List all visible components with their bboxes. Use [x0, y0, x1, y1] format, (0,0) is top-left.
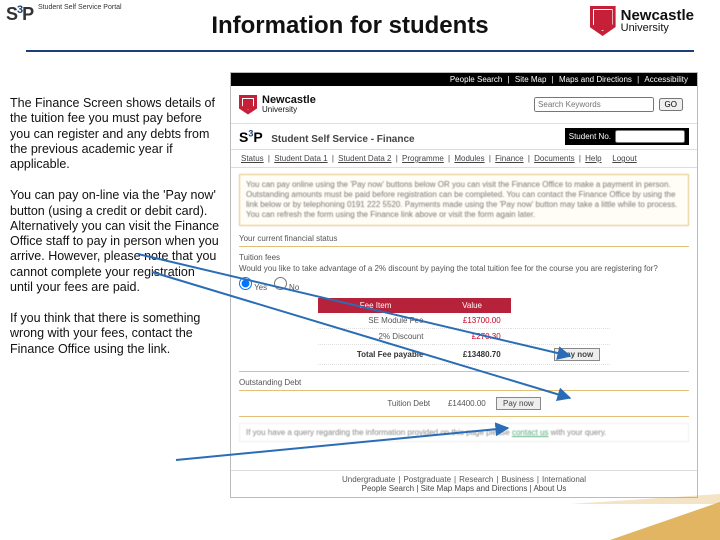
- portal-footer: Undergraduate|Postgraduate|Research|Busi…: [231, 470, 697, 497]
- shield-icon: [590, 6, 616, 36]
- portal-newcastle-logo: Newcastle University: [239, 95, 316, 115]
- tuition-label: Tuition fees: [239, 253, 689, 262]
- student-no-input[interactable]: [615, 130, 685, 143]
- paragraph-2: You can pay on-line via the 'Pay now' bu…: [10, 188, 220, 295]
- s3p-logo: S3P Student Self Service Portal: [6, 4, 122, 25]
- table-row: 2% Discount£270.30: [318, 329, 611, 345]
- contact-us-link[interactable]: contact us: [512, 428, 548, 437]
- portal-subnav: Status | Student Data 1 | Student Data 2…: [231, 149, 697, 168]
- portal-subtitle: Student Self Service - Finance: [271, 134, 414, 145]
- info-box: You can pay online using the 'Pay now' b…: [239, 174, 689, 226]
- query-box: If you have a query regarding the inform…: [239, 423, 689, 442]
- paragraph-3: If you think that there is something wro…: [10, 311, 220, 357]
- search-input[interactable]: [534, 97, 654, 112]
- debt-item: Tuition Debt: [387, 399, 430, 408]
- table-row: SE Module Fee£13700.00: [318, 313, 611, 329]
- pay-now-button[interactable]: Pay now: [554, 348, 600, 361]
- search-go-button[interactable]: GO: [659, 98, 683, 111]
- discount-question: Would you like to take advantage of a 2%…: [239, 264, 689, 273]
- status-label: Your current financial status: [239, 234, 689, 243]
- radio-no[interactable]: No: [274, 283, 299, 292]
- shield-icon: [239, 95, 257, 115]
- total-row: Total Fee payable£13480.70Pay now: [318, 345, 611, 365]
- pay-now-button-debt[interactable]: Pay now: [496, 397, 541, 410]
- fee-table: Fee ItemValue SE Module Fee£13700.00 2% …: [318, 298, 611, 365]
- portal-topnav: People Search | Site Map | Maps and Dire…: [231, 73, 697, 86]
- portal-s3p-logo: S3P: [239, 129, 263, 145]
- explanatory-text: The Finance Screen shows details of the …: [10, 96, 220, 373]
- paragraph-1: The Finance Screen shows details of the …: [10, 96, 220, 172]
- student-no-box: Student No.: [565, 128, 689, 145]
- portal-screenshot: People Search | Site Map | Maps and Dire…: [230, 72, 698, 498]
- outstanding-label: Outstanding Debt: [239, 378, 689, 387]
- newcastle-logo: Newcastle University: [590, 6, 694, 36]
- corner-accent: [610, 502, 720, 540]
- title-divider: [26, 50, 694, 52]
- debt-value: £14400.00: [448, 399, 486, 408]
- radio-yes[interactable]: Yes: [239, 283, 267, 292]
